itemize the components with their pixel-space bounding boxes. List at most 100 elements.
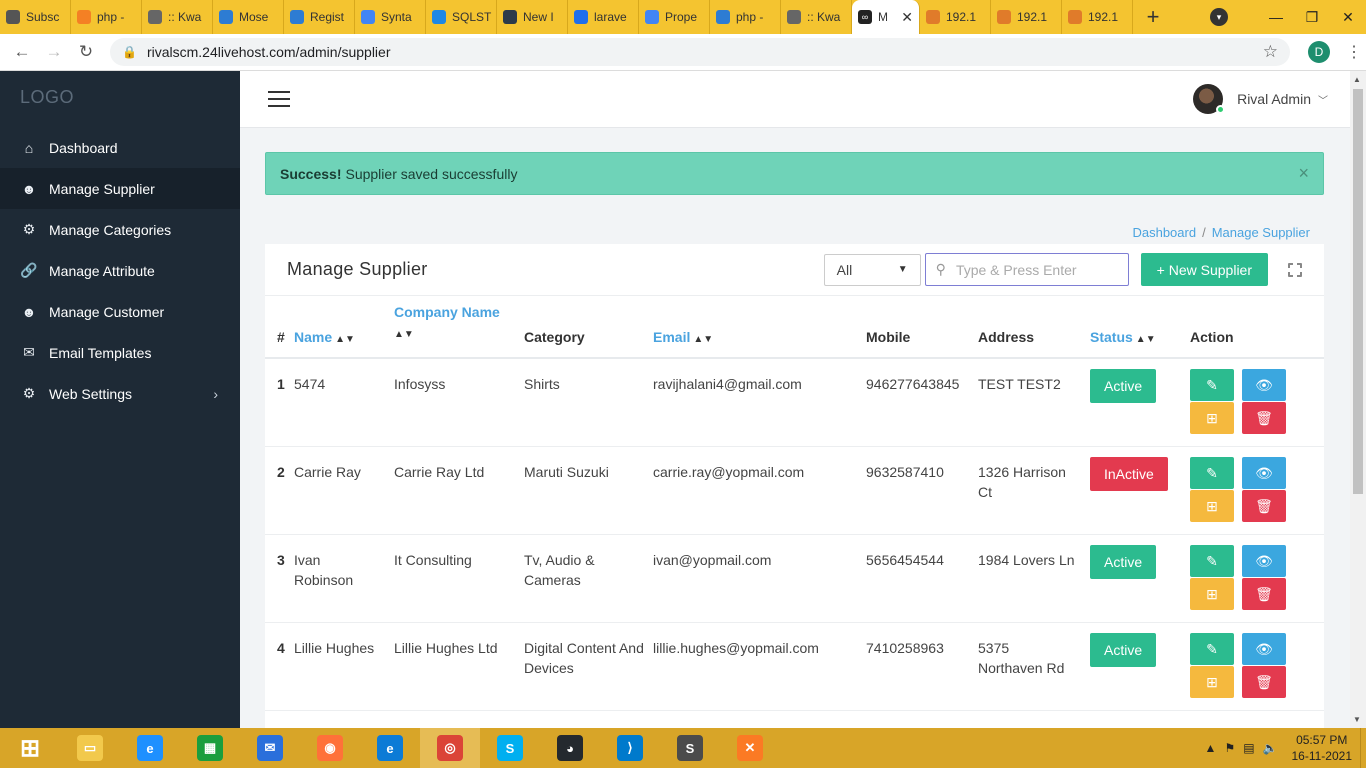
col-status-label[interactable]: Status (1090, 329, 1133, 345)
col-company[interactable]: Company Name ▲▼ (394, 296, 524, 359)
profile-avatar[interactable]: D (1308, 41, 1330, 63)
trash-icon[interactable]: 🗑 (1255, 672, 1273, 692)
clock[interactable]: 05:57 PM 16-11-2021 (1292, 732, 1353, 764)
pencil-icon[interactable]: ✎ (1206, 375, 1218, 395)
browser-tab-label[interactable]: 192.1 (946, 10, 976, 24)
view-button[interactable]: 👁 (1242, 456, 1286, 489)
avatar[interactable] (1193, 84, 1226, 114)
attributes-button[interactable]: ⊞ (1190, 577, 1234, 610)
close-window-button[interactable]: ✕ (1330, 9, 1366, 26)
chevron-down-icon[interactable]: ﹀ (1318, 92, 1328, 107)
attributes-button[interactable]: ⊞ (1190, 665, 1234, 698)
taskbar-app[interactable]: ✕ (720, 728, 780, 768)
sidebar-item-web-settings[interactable]: ⚙ Web Settings › (0, 373, 240, 414)
lock-icon[interactable]: 🔒 (122, 45, 137, 59)
skype-icon[interactable]: S (497, 735, 523, 761)
taskbar-app[interactable]: ⊞ (0, 728, 60, 768)
minimize-button[interactable]: — (1258, 9, 1294, 25)
file-explorer-icon[interactable]: ▭ (77, 735, 103, 761)
filter-selected-value[interactable]: All (837, 262, 853, 278)
close-icon[interactable]: × (1298, 163, 1309, 184)
firefox-icon[interactable]: ◉ (317, 735, 343, 761)
delete-button[interactable]: 🗑 (1242, 665, 1286, 698)
sublime-icon[interactable]: S (677, 735, 703, 761)
store-icon[interactable]: ▦ (197, 735, 223, 761)
network-icon[interactable]: ▤ (1243, 741, 1254, 755)
sort-icon[interactable]: ▲▼ (693, 334, 713, 345)
forward-icon[interactable]: → (38, 42, 70, 62)
taskbar-app[interactable]: ◕ (540, 728, 600, 768)
thunderbird-icon[interactable]: ✉ (257, 735, 283, 761)
chrome-icon[interactable]: ◎ (437, 735, 463, 761)
browser-tab-active[interactable]: ∞ M ✕ (852, 0, 920, 34)
fullscreen-icon[interactable] (1288, 262, 1302, 277)
browser-tab-label[interactable]: Subsc (26, 10, 59, 24)
scroll-up-icon[interactable]: ▲ (1353, 75, 1361, 84)
browser-tab-label[interactable]: larave (594, 10, 627, 24)
browser-tab-label[interactable]: Prope (665, 10, 697, 24)
clock-date[interactable]: 16-11-2021 (1292, 748, 1353, 764)
browser-tab[interactable]: 192.1 (1062, 0, 1133, 34)
bookmark-star-icon[interactable]: ☆ (1263, 42, 1278, 62)
browser-tab-label[interactable]: 192.1 (1017, 10, 1047, 24)
browser-tab-label[interactable]: 192.1 (1088, 10, 1118, 24)
taskbar-app[interactable]: ▦ (180, 728, 240, 768)
grid-icon[interactable]: ⊞ (1206, 408, 1218, 428)
internet-explorer-icon[interactable]: e (137, 735, 163, 761)
scrollbar-thumb[interactable] (1353, 89, 1363, 494)
browser-tab[interactable]: SQLST (426, 0, 497, 34)
browser-tab[interactable]: Prope (639, 0, 710, 34)
edit-button[interactable]: ✎ (1190, 632, 1234, 665)
sort-icon[interactable]: ▲▼ (1136, 334, 1156, 345)
col-status[interactable]: Status ▲▼ (1090, 296, 1190, 359)
scroll-down-icon[interactable]: ▼ (1353, 715, 1361, 724)
browser-tab[interactable]: Regist (284, 0, 355, 34)
col-email-label[interactable]: Email (653, 329, 690, 345)
delete-button[interactable]: 🗑 (1242, 577, 1286, 610)
browser-tab[interactable]: Mose (213, 0, 284, 34)
browser-tab-label[interactable]: php - (97, 10, 124, 24)
menu-toggle-icon[interactable] (268, 91, 290, 107)
delete-button[interactable]: 🗑 (1242, 489, 1286, 522)
vscode-icon[interactable]: ⟩ (617, 735, 643, 761)
close-tab-icon[interactable]: ✕ (901, 9, 913, 26)
sidebar-item-email-templates[interactable]: ✉ Email Templates (0, 332, 240, 373)
user-name[interactable]: Rival Admin (1237, 91, 1311, 107)
col-company-label[interactable]: Company Name (394, 304, 500, 320)
view-button[interactable]: 👁 (1242, 632, 1286, 665)
status-badge[interactable]: InActive (1090, 456, 1168, 491)
edge-icon[interactable]: e (377, 735, 403, 761)
browser-tab-label[interactable]: :: Kwa (168, 10, 201, 24)
taskbar-app[interactable]: e (120, 728, 180, 768)
view-button[interactable]: 👁 (1242, 369, 1286, 401)
pencil-icon[interactable]: ✎ (1206, 639, 1218, 659)
address-bar[interactable]: 🔒 rivalscm.24livehost.com/admin/supplier… (110, 38, 1290, 66)
browser-tab[interactable]: 192.1 (991, 0, 1062, 34)
xampp-icon[interactable]: ✕ (737, 735, 763, 761)
browser-tab-label[interactable]: Mose (239, 10, 268, 24)
new-supplier-button[interactable]: + New Supplier (1140, 253, 1268, 286)
sort-icon[interactable]: ▲▼ (394, 329, 414, 340)
view-button[interactable]: 👁 (1242, 544, 1286, 577)
taskbar-app[interactable]: ⟩ (600, 728, 660, 768)
browser-tab-label[interactable]: SQLST (452, 10, 491, 24)
trash-icon[interactable]: 🗑 (1255, 584, 1273, 604)
new-tab-button[interactable]: + (1133, 4, 1173, 30)
status-badge[interactable]: Active (1090, 632, 1157, 667)
page-scrollbar[interactable]: ▲ ▼ (1350, 71, 1366, 728)
edit-button[interactable]: ✎ (1190, 456, 1234, 489)
eye-icon[interactable]: 👁 (1255, 375, 1273, 395)
url-text[interactable]: rivalscm.24livehost.com/admin/supplier (147, 44, 391, 60)
trash-icon[interactable]: 🗑 (1255, 496, 1273, 516)
clock-time[interactable]: 05:57 PM (1292, 732, 1353, 748)
github-icon[interactable]: ◕ (557, 735, 583, 761)
restore-button[interactable]: ❐ (1294, 9, 1330, 26)
edit-button[interactable]: ✎ (1190, 544, 1234, 577)
sidebar-item-manage-categories[interactable]: ⚙ Manage Categories (0, 209, 240, 250)
status-badge[interactable]: Active (1090, 544, 1157, 579)
browser-tab[interactable]: php - (710, 0, 781, 34)
browser-tab[interactable]: 192.1 (920, 0, 991, 34)
tab-search-icon[interactable]: ▾ (1210, 8, 1228, 26)
grid-icon[interactable]: ⊞ (1206, 584, 1218, 604)
sidebar-item-manage-attribute[interactable]: 🔗 Manage Attribute (0, 250, 240, 291)
